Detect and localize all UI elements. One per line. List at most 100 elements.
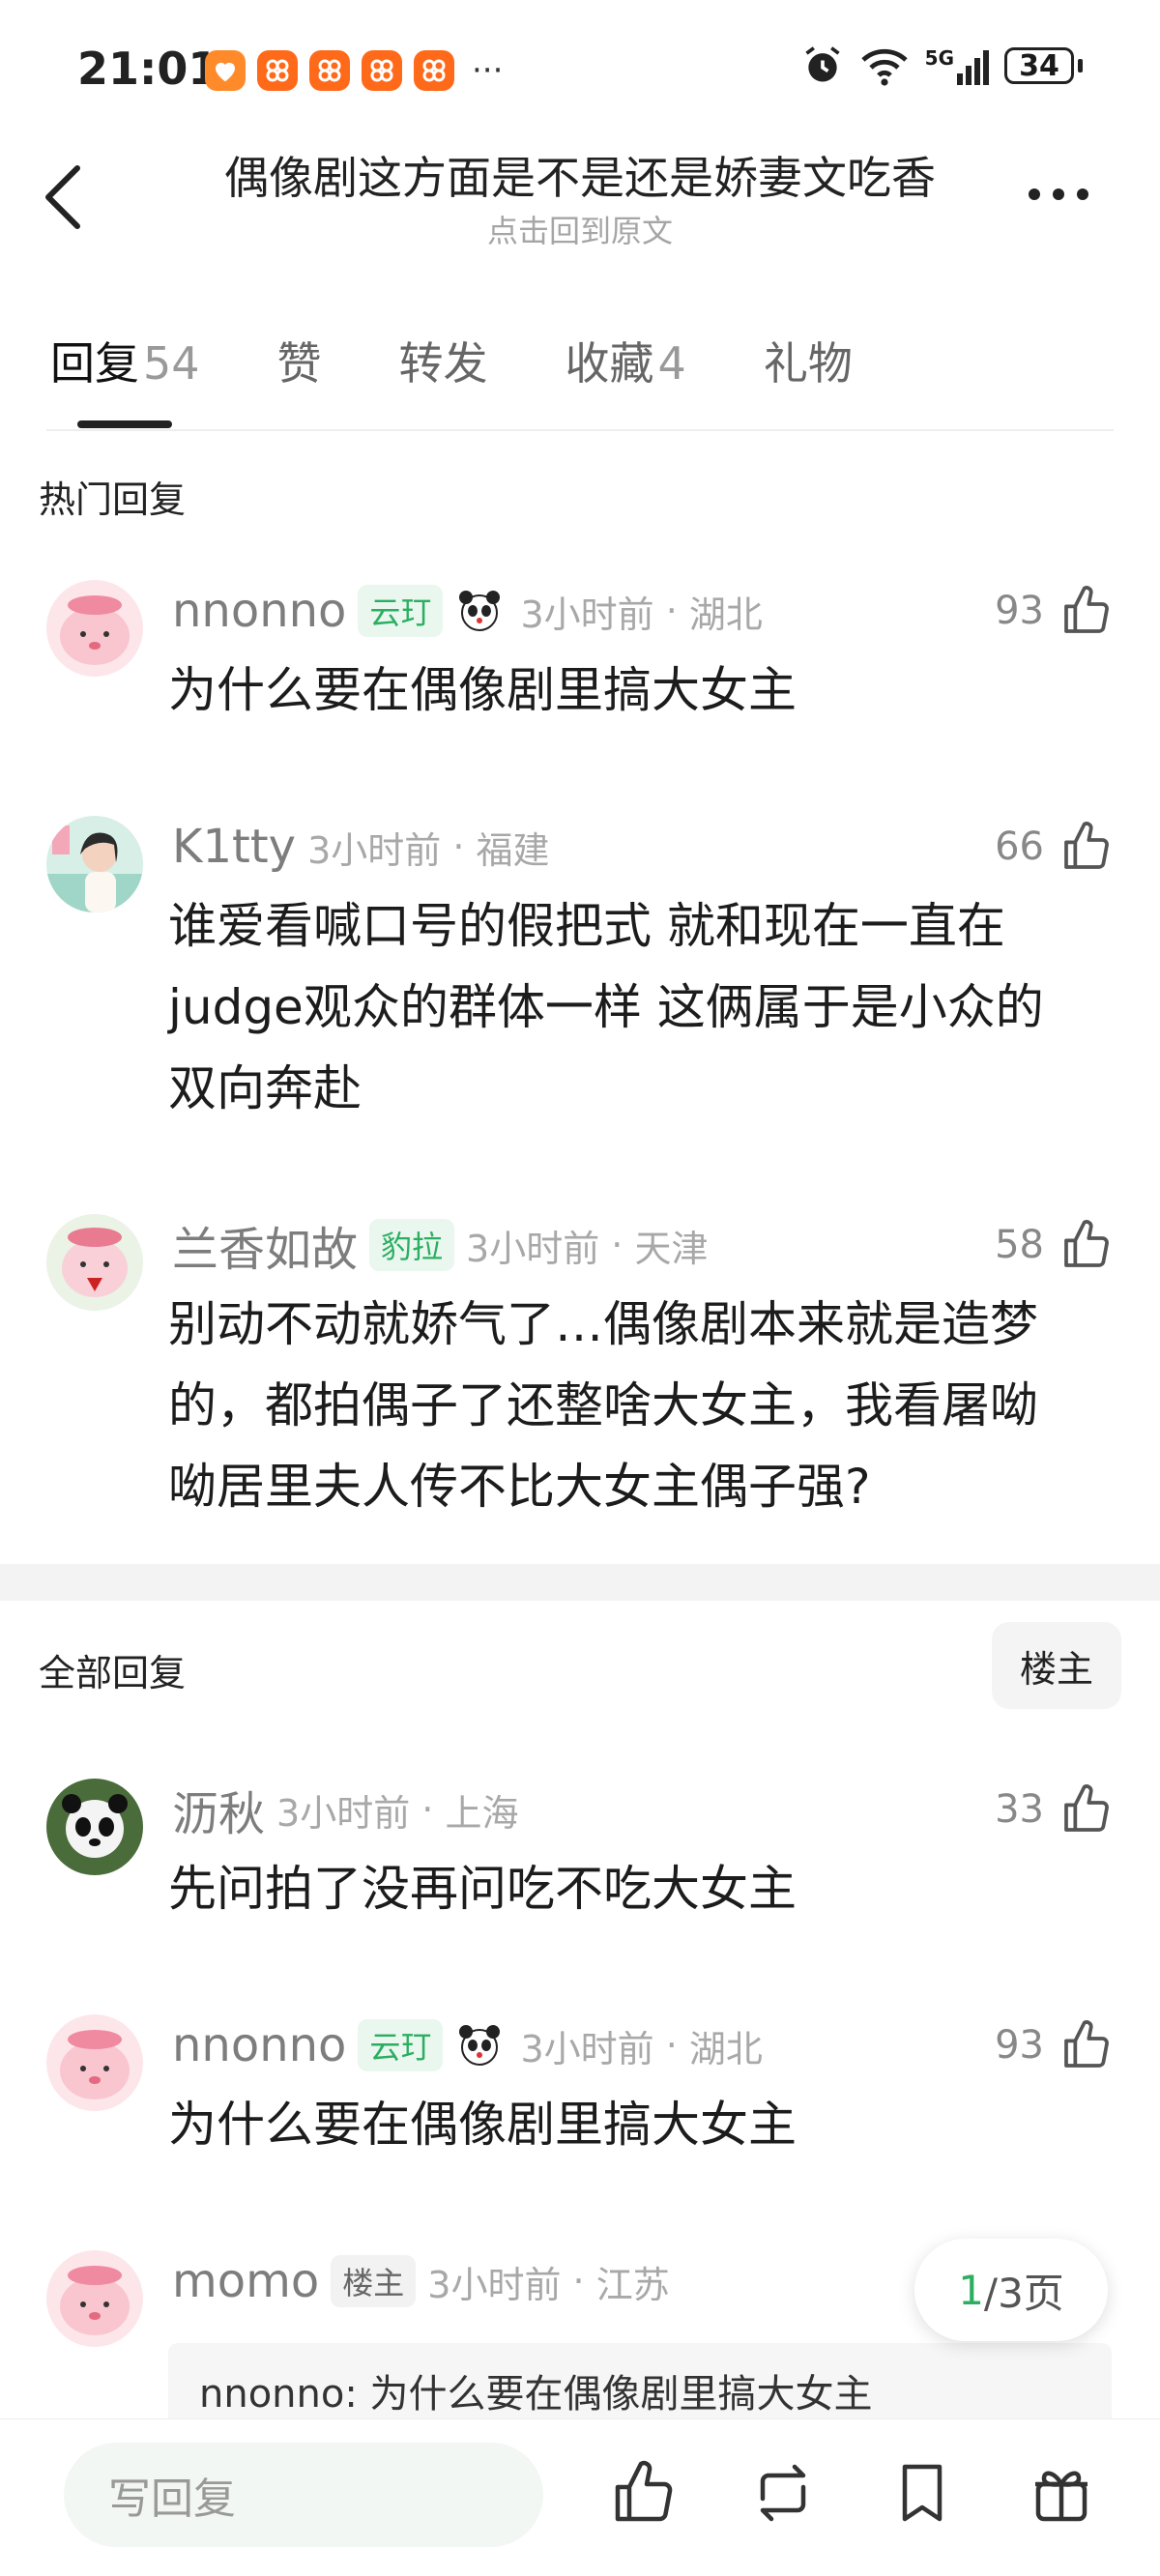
back-button[interactable] [39, 162, 87, 232]
post-title[interactable]: 偶像剧这方面是不是还是娇妻文吃香 [164, 143, 996, 207]
avatar[interactable] [46, 1779, 143, 1875]
comment-meta: 兰香如故 豹拉 3小时前 · 天津 [172, 1211, 709, 1279]
tab-reposts[interactable]: 转发 [399, 329, 488, 392]
thumbs-up-icon [1064, 822, 1109, 869]
tab-gifts[interactable]: 礼物 [764, 329, 853, 392]
thumbs-up-icon [1064, 1220, 1109, 1267]
comment-text: 谁爱看喊口号的假把式 就和现在一直在judge观众的群体一样 这俩属于是小众的双… [168, 898, 1044, 1116]
app-notification-icon [309, 50, 350, 91]
chevron-left-icon [45, 165, 80, 229]
active-tab-indicator [77, 420, 172, 428]
comment-text: 别动不动就娇气了…偶像剧本来就是造梦的，都拍偶子了还整啥大女主，我看屠呦呦居里夫… [168, 1296, 1038, 1515]
more-notifications-icon: ··· [472, 51, 504, 90]
app-notification-icon [362, 50, 402, 91]
username[interactable]: momo [172, 2254, 319, 2308]
total-pages: /3页 [983, 2269, 1064, 2317]
status-bar: 21:01 ··· 5G 34 [0, 0, 1160, 145]
tab-bar: 回复54 赞 转发 收藏4 礼物 [50, 329, 930, 392]
like-count: 66 [995, 825, 1044, 869]
separator-dot: · [599, 1224, 635, 1266]
bookmark-icon [902, 2464, 942, 2522]
avatar[interactable] [46, 580, 143, 677]
battery-tip [1078, 59, 1083, 72]
comment-time: 3小时前 [520, 2027, 654, 2070]
comment-time: 3小时前 [520, 593, 654, 636]
repost-button[interactable] [748, 2458, 818, 2528]
more-dots-icon [1029, 188, 1088, 200]
thumbs-up-icon [1064, 1784, 1109, 1832]
avatar[interactable] [46, 1214, 143, 1311]
separator-dot: · [561, 2260, 596, 2302]
avatar[interactable] [46, 816, 143, 912]
comment-meta: K1tty 3小时前 · 福建 [172, 816, 550, 878]
gift-button[interactable] [1027, 2458, 1096, 2528]
separator-dot: · [441, 825, 477, 868]
like-button[interactable]: 93 [995, 2014, 1114, 2076]
more-options-button[interactable] [1025, 180, 1092, 209]
status-time: 21:01 [77, 43, 219, 95]
section-separator [0, 1564, 1160, 1601]
avatar[interactable] [46, 2250, 143, 2347]
all-replies-heading: 全部回复 [39, 1652, 187, 1694]
panda-icon [459, 591, 501, 631]
like-post-button[interactable] [609, 2458, 679, 2528]
notification-icons: ··· [205, 50, 503, 91]
separator-dot: · [653, 2024, 689, 2067]
app-notification-icon [257, 50, 298, 91]
comment-text: 先问拍了没再问吃不吃大女主 [168, 1861, 797, 1917]
like-button[interactable]: 66 [995, 816, 1114, 878]
hot-replies-heading: 热门回复 [39, 478, 187, 521]
comment-time: 3小时前 [427, 2263, 562, 2306]
wifi-icon [861, 48, 908, 86]
user-badge: 豹拉 [369, 1219, 455, 1271]
divider [46, 429, 1114, 431]
system-icons: 5G 34 [801, 44, 1083, 87]
separator-dot: · [410, 1788, 446, 1831]
tab-likes[interactable]: 赞 [277, 329, 322, 392]
comment-meta: momo 楼主 3小时前 · 江苏 [172, 2250, 670, 2312]
bottom-action-bar: 写回复 [0, 2418, 1160, 2576]
owner-only-filter-button[interactable]: 楼主 [992, 1622, 1121, 1709]
like-button[interactable]: 33 [995, 1779, 1114, 1840]
comment-time: 3小时前 [307, 828, 442, 872]
battery-indicator: 34 [1004, 47, 1074, 84]
signal-icon: 5G [925, 46, 989, 85]
alarm-icon [805, 46, 840, 82]
reply-input[interactable]: 写回复 [64, 2443, 543, 2547]
back-to-original-link[interactable]: 点击回到原文 [164, 207, 996, 251]
current-page: 1 [958, 2266, 984, 2314]
comment-meta: 沥秋 3小时前 · 上海 [172, 1776, 519, 1843]
like-button[interactable]: 93 [995, 580, 1114, 642]
thumbs-up-icon [1064, 2020, 1109, 2068]
like-count: 93 [995, 589, 1044, 633]
app-notification-icon [414, 50, 454, 91]
like-count: 58 [995, 1223, 1044, 1267]
comment-meta: nnonno 云玎 3小时前 · 湖北 [172, 2014, 763, 2076]
username[interactable]: 沥秋 [172, 1776, 265, 1843]
avatar[interactable] [46, 2014, 143, 2111]
page-indicator-button[interactable]: 1/3页 [914, 2239, 1108, 2341]
comment-time: 3小时前 [276, 1791, 411, 1835]
tab-replies[interactable]: 回复54 [50, 329, 200, 392]
comment-text: 为什么要在偶像剧里搞大女主 [168, 2097, 797, 2153]
thumbs-up-icon [615, 2460, 673, 2522]
username[interactable]: K1tty [172, 820, 296, 874]
repost-icon [760, 2464, 806, 2522]
panda-icon [459, 2025, 501, 2066]
separator-dot: · [653, 590, 689, 632]
comment-location: 天津 [634, 1227, 709, 1270]
user-badge: 云玎 [358, 585, 444, 637]
bookmark-button[interactable] [887, 2458, 957, 2528]
like-button[interactable]: 58 [995, 1214, 1114, 1276]
tab-favorites[interactable]: 收藏4 [566, 329, 686, 392]
username[interactable]: nnonno [172, 584, 346, 638]
gift-icon [1035, 2471, 1088, 2522]
comment-location: 上海 [445, 1791, 519, 1835]
username[interactable]: nnonno [172, 2018, 346, 2072]
owner-badge: 楼主 [331, 2255, 417, 2307]
comment-location: 湖北 [688, 593, 763, 636]
username[interactable]: 兰香如故 [172, 1211, 358, 1279]
heart-app-icon [205, 50, 246, 91]
comment-text: 为什么要在偶像剧里搞大女主 [168, 662, 797, 718]
thumbs-up-icon [1064, 586, 1109, 633]
